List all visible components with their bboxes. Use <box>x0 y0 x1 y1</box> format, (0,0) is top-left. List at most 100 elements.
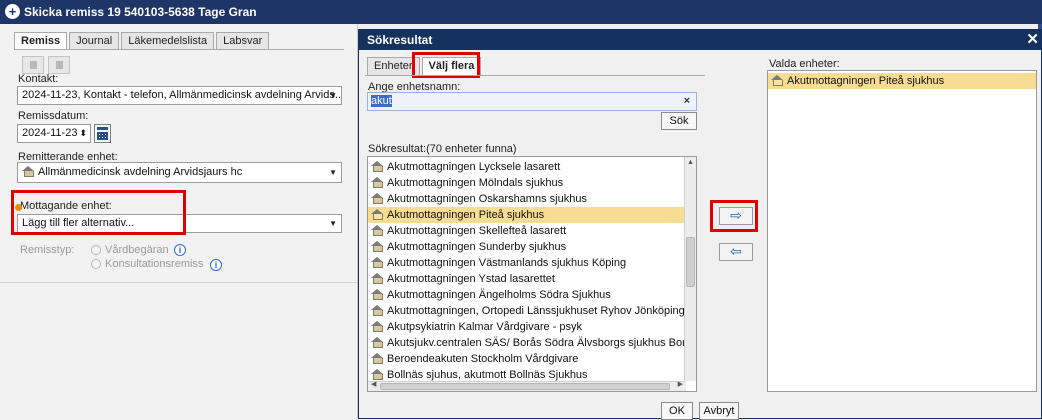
results-items: Akutmottagningen Lycksele lasarett Akutmo… <box>368 159 696 383</box>
list-item-label: Akutmottagningen Lycksele lasarett <box>387 161 561 173</box>
mottagande-label: Mottagande enhet: <box>20 200 112 212</box>
valda-label: Valda enheter: <box>769 58 840 70</box>
dialog-titlebar: Sökresultat ✕ <box>359 30 1041 50</box>
kontakt-value: 2024-11-23, Kontakt - telefon, Allmänmed… <box>22 89 342 101</box>
add-selected-button[interactable]: ⇨ <box>719 207 753 225</box>
list-item-label: Akutpsykiatrin Kalmar Vårdgivare - psyk <box>387 321 583 333</box>
scroll-right-icon[interactable]: ▶ <box>678 380 683 388</box>
tab-labsvar[interactable]: Labsvar <box>216 32 270 50</box>
unit-icon <box>371 337 383 348</box>
unit-icon <box>371 369 383 380</box>
list-item[interactable]: Akutmottagningen Oskarshamns sjukhus <box>368 191 685 207</box>
unit-icon <box>771 75 783 86</box>
comment-icon-button[interactable] <box>48 56 70 74</box>
list-item[interactable]: Akutmottagningen Västmanlands sjukhus Kö… <box>368 255 685 271</box>
selected-unit-item[interactable]: Akutmottagningen Piteå sjukhus <box>768 73 1036 89</box>
h-scrollbar-thumb[interactable] <box>380 383 670 390</box>
info-icon[interactable]: i <box>210 259 222 271</box>
section-divider <box>0 282 357 283</box>
list-item[interactable]: Akutmottagningen Ystad lasarettet <box>368 271 685 287</box>
list-item[interactable]: Akutmottagningen, Ortopedi Länssjukhuset… <box>368 303 685 319</box>
list-item[interactable]: Beroendeakuten Stockholm Vårdgivare <box>368 351 685 367</box>
list-item-label: Akutmottagningen, Ortopedi Länssjukhuset… <box>387 305 685 317</box>
results-list[interactable]: Akutmottagningen Lycksele lasarett Akutmo… <box>367 156 697 392</box>
tab-remiss[interactable]: Remiss <box>14 32 68 50</box>
kontakt-label: Kontakt: <box>18 73 59 85</box>
list-item[interactable]: Akutmottagningen Piteå sjukhus <box>368 207 685 223</box>
add-icon: + <box>5 4 20 19</box>
radio-konsultationsremiss[interactable] <box>91 259 101 269</box>
main-window-title: Skicka remiss 19 540103-5638 Tage Gran <box>24 5 257 19</box>
list-item-label: Bollnäs sjuhus, akutmott Bollnäs Sjukhus <box>387 369 588 381</box>
radio-vardbegaran-label: Vårdbegäran <box>105 244 169 256</box>
search-button[interactable]: Sök <box>661 112 697 130</box>
scroll-up-icon[interactable]: ▲ <box>687 159 694 166</box>
remisstyp-label: Remisstyp: <box>20 244 75 256</box>
scroll-left-icon[interactable]: ◀ <box>371 380 376 388</box>
results-count-label: Sökresultat:(70 enheter funna) <box>368 143 517 155</box>
list-item-label: Akutmottagningen Oskarshamns sjukhus <box>387 193 587 205</box>
referral-tabs: Remiss Journal Läkemedelslista Labsvar <box>14 32 271 50</box>
unit-icon <box>371 353 383 364</box>
remissdatum-field[interactable]: 2024-11-23 ⬍ <box>17 124 91 143</box>
unit-icon <box>371 161 383 172</box>
list-item[interactable]: Akutpsykiatrin Kalmar Vårdgivare - psyk <box>368 319 685 335</box>
unit-icon <box>371 305 383 316</box>
kontakt-select[interactable]: 2024-11-23, Kontakt - telefon, Allmänmed… <box>17 86 342 105</box>
unit-icon <box>371 225 383 236</box>
spinner-icon[interactable]: ⬍ <box>79 125 87 142</box>
radio-konsultationsremiss-label: Konsultationsremiss <box>105 258 204 270</box>
unit-icon <box>371 241 383 252</box>
scrollbar-thumb[interactable] <box>686 237 695 287</box>
unit-icon <box>22 166 34 177</box>
unit-icon <box>371 209 383 220</box>
remitterande-value: Allmänmedicinsk avdelning Arvidsjaurs hc <box>38 166 243 178</box>
referral-panel: Remiss Journal Läkemedelslista Labsvar K… <box>0 24 358 419</box>
required-indicator-icon <box>15 204 22 211</box>
selected-units-list[interactable]: Akutmottagningen Piteå sjukhus <box>767 70 1037 392</box>
list-item-label: Akutmottagningen Ystad lasarettet <box>387 273 555 285</box>
info-icon[interactable]: i <box>174 244 186 256</box>
list-item-label: Akutsjukv.centralen SÄS/ Borås Södra Älv… <box>387 337 697 349</box>
list-item[interactable]: Akutmottagningen Lycksele lasarett <box>368 159 685 175</box>
unit-icon <box>371 273 383 284</box>
list-item[interactable]: Akutsjukv.centralen SÄS/ Borås Södra Älv… <box>368 335 696 351</box>
unit-icon <box>371 321 383 332</box>
remissdatum-value: 2024-11-23 <box>22 127 78 139</box>
selected-units-items: Akutmottagningen Piteå sjukhus <box>768 73 1036 89</box>
chevron-down-icon: ▼ <box>329 219 337 228</box>
list-item[interactable]: Akutmottagningen Ängelholms Södra Sjukhu… <box>368 287 685 303</box>
radio-vardbegaran[interactable] <box>91 245 101 255</box>
remove-selected-button[interactable]: ⇦ <box>719 243 753 261</box>
search-input[interactable]: akut × <box>367 92 697 111</box>
list-item-label: Akutmottagningen Skellefteå lasarett <box>387 225 567 237</box>
remitterande-select[interactable]: Allmänmedicinsk avdelning Arvidsjaurs hc… <box>17 162 342 183</box>
list-item-label: Akutmottagningen Mölndals sjukhus <box>387 177 564 189</box>
tab-journal[interactable]: Journal <box>69 32 120 50</box>
flag-icon-button[interactable] <box>22 56 44 74</box>
search-results-dialog: Sökresultat ✕ Enheter Välj flera Ange en… <box>358 29 1042 420</box>
list-item-label: Akutmottagningen Sunderby sjukhus <box>387 241 567 253</box>
list-item[interactable]: Akutmottagningen Mölndals sjukhus <box>368 175 685 191</box>
clear-icon[interactable]: × <box>684 93 690 110</box>
tab-valj-flera[interactable]: Välj flera <box>421 57 482 75</box>
list-item-label: Beroendeakuten Stockholm Vårdgivare <box>387 353 579 365</box>
calendar-icon[interactable] <box>94 124 111 143</box>
dialog-tabs: Enheter Välj flera <box>367 57 483 75</box>
list-item[interactable]: Akutmottagningen Skellefteå lasarett <box>368 223 685 239</box>
unit-icon <box>371 193 383 204</box>
list-item-label: Akutmottagningen Piteå sjukhus <box>387 209 545 221</box>
cancel-button[interactable]: Avbryt <box>699 402 739 420</box>
tab-lakemedelslista[interactable]: Läkemedelslista <box>121 32 215 50</box>
main-window-titlebar: + Skicka remiss 19 540103-5638 Tage Gran <box>0 0 1042 24</box>
dialog-tabs-divider <box>365 75 705 76</box>
unit-icon <box>371 177 383 188</box>
mottagande-select[interactable]: Lägg till fler alternativ... ▼ <box>17 214 342 233</box>
results-vertical-scrollbar[interactable]: ▲ <box>684 157 696 381</box>
list-item[interactable]: Akutmottagningen Sunderby sjukhus <box>368 239 685 255</box>
tabs-divider <box>14 49 344 50</box>
results-horizontal-scrollbar[interactable]: ◀ ▶ <box>368 381 686 391</box>
close-icon[interactable]: ✕ <box>1026 30 1039 50</box>
tab-enheter[interactable]: Enheter <box>367 57 420 75</box>
ok-button[interactable]: OK <box>661 402 693 420</box>
